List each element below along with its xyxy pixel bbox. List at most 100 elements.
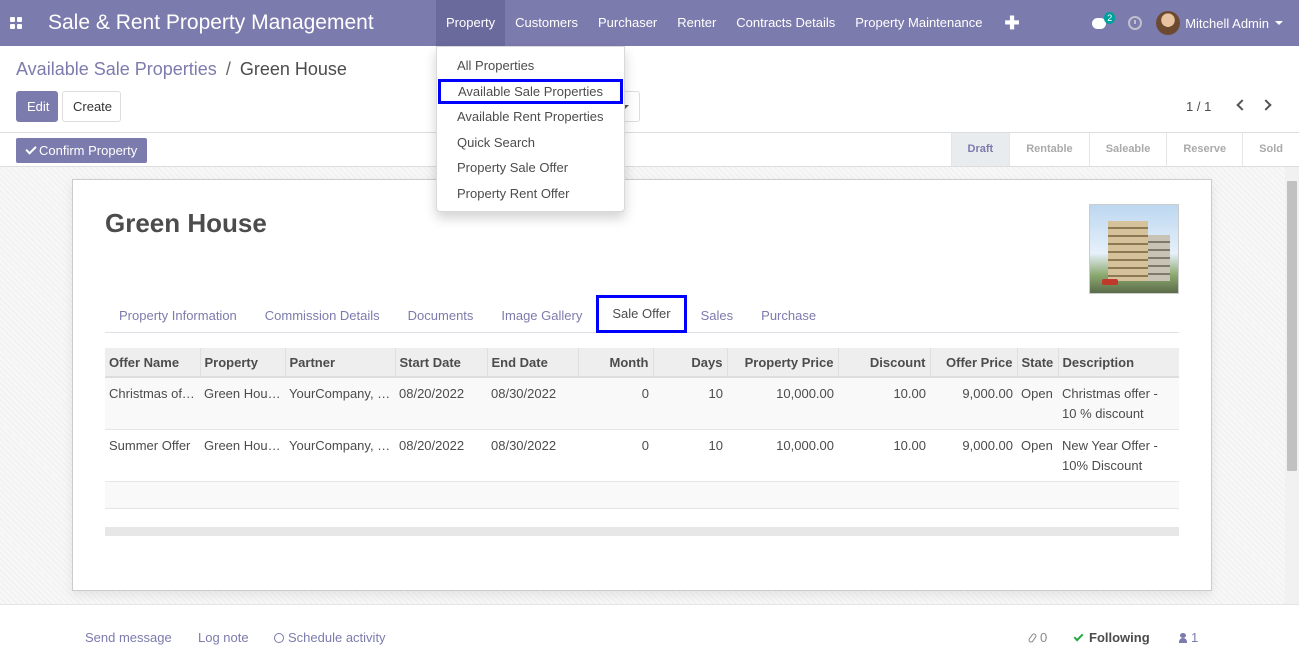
scrollbar[interactable] <box>1285 167 1299 604</box>
column-header[interactable]: Partner <box>284 348 395 378</box>
dropdown-item-property-rent-offer[interactable]: Property Rent Offer <box>437 181 624 207</box>
dropdown-item-available-rent-properties[interactable]: Available Rent Properties <box>437 104 624 130</box>
table-cell: 10,000.00 <box>727 429 838 482</box>
column-header[interactable]: Offer Name <box>105 348 200 378</box>
breadcrumb-current: Green House <box>239 59 347 79</box>
user-name[interactable]: Mitchell Admin <box>1185 16 1269 31</box>
column-header[interactable]: Offer Price <box>929 348 1017 378</box>
pager-previous-icon[interactable] <box>1234 98 1246 112</box>
column-header[interactable]: Discount <box>837 348 930 378</box>
table-footer <box>105 527 1179 535</box>
table-cell: YourCompany, p1 <box>285 377 395 430</box>
stage-draft[interactable]: Draft <box>950 133 1010 166</box>
user-icon <box>1179 633 1187 643</box>
stage-reserve[interactable]: Reserve <box>1166 133 1242 166</box>
menu-purchaser[interactable]: Purchaser <box>588 0 667 46</box>
main-menu: Property Customers Purchaser Renter Cont… <box>436 0 1032 46</box>
dropdown-item-all-properties[interactable]: All Properties <box>437 53 624 79</box>
notebook-tabs: Property Information Commission Details … <box>105 295 1179 333</box>
table-header-row: Offer Name Property Partner Start Date E… <box>105 348 1179 378</box>
table-cell: 0 <box>578 377 653 430</box>
followers-count: 1 <box>1191 630 1199 645</box>
followers-button[interactable]: 1 <box>1179 630 1198 645</box>
scrollbar-thumb[interactable] <box>1287 181 1297 471</box>
table-cell: New Year Offer - 10% Discount <box>1058 429 1179 482</box>
property-dropdown-menu: All Properties Available Sale Properties… <box>436 46 625 212</box>
paperclip-icon <box>1027 632 1038 644</box>
menu-customers[interactable]: Customers <box>505 0 588 46</box>
tab-sales[interactable]: Sales <box>687 295 748 333</box>
pager-next-icon[interactable] <box>1262 98 1274 112</box>
tab-sale-offer[interactable]: Sale Offer <box>596 295 687 333</box>
column-header[interactable]: Days <box>652 348 727 378</box>
check-icon <box>1073 631 1084 642</box>
create-button[interactable]: Create <box>62 91 121 122</box>
table-cell: 08/20/2022 <box>395 377 487 430</box>
attachments-count: 0 <box>1040 630 1048 645</box>
user-avatar[interactable] <box>1156 11 1181 35</box>
menu-property[interactable]: Property <box>436 0 506 46</box>
confirm-property-label: Confirm Property <box>39 143 138 158</box>
column-header[interactable]: Property <box>199 348 285 378</box>
table-cell: 08/20/2022 <box>395 429 487 482</box>
column-header[interactable]: Description <box>1057 348 1179 378</box>
plus-icon[interactable]: ✚ <box>992 0 1031 46</box>
attachments-button[interactable]: 0 <box>1027 630 1048 645</box>
chevron-down-icon[interactable] <box>1275 21 1283 25</box>
tab-purchase[interactable]: Purchase <box>747 295 830 333</box>
send-message-button[interactable]: Send message <box>85 630 172 645</box>
chatter: Send message Log note Schedule activity … <box>0 604 1299 668</box>
messaging-button[interactable]: 2 <box>1084 0 1116 46</box>
activity-clock-icon[interactable] <box>1128 16 1143 30</box>
table-cell: Open <box>1017 377 1058 430</box>
table-row[interactable]: Christmas offer Green House YourCompany,… <box>105 377 1179 430</box>
record-title: Green House <box>105 208 267 238</box>
breadcrumb-parent[interactable]: Available Sale Properties <box>16 59 217 79</box>
column-header[interactable]: State <box>1016 348 1058 378</box>
stage-rentable[interactable]: Rentable <box>1009 133 1088 166</box>
column-header[interactable]: End Date <box>486 348 578 378</box>
menu-property-maintenance[interactable]: Property Maintenance <box>845 0 992 46</box>
confirm-property-button[interactable]: Confirm Property <box>16 138 148 163</box>
top-navbar: Sale & Rent Property Management Property… <box>0 0 1299 46</box>
tab-commission-details[interactable]: Commission Details <box>251 295 394 333</box>
log-note-button[interactable]: Log note <box>198 630 249 645</box>
schedule-activity-button[interactable]: Schedule activity <box>274 630 386 645</box>
property-image[interactable] <box>1089 204 1179 294</box>
column-header[interactable]: Month <box>577 348 653 378</box>
dropdown-item-available-sale-properties[interactable]: Available Sale Properties <box>438 78 623 104</box>
sale-offer-table: Offer Name Property Partner Start Date E… <box>105 348 1179 536</box>
table-cell: YourCompany, p1 <box>285 429 395 482</box>
pager-value[interactable]: 1 / 1 <box>1186 99 1211 114</box>
table-cell: 10 <box>653 377 727 430</box>
breadcrumb-separator: / <box>225 59 231 79</box>
table-cell: 10.00 <box>838 429 930 482</box>
schedule-activity-label: Schedule activity <box>288 630 386 645</box>
empty-row <box>105 481 1179 509</box>
apps-menu-icon[interactable] <box>0 0 32 46</box>
check-icon <box>25 143 37 155</box>
column-header[interactable]: Property Price <box>726 348 838 378</box>
column-header[interactable]: Start Date <box>394 348 487 378</box>
clock-icon <box>274 633 284 643</box>
table-cell: Christmas offer <box>105 377 200 430</box>
menu-contracts-details[interactable]: Contracts Details <box>726 0 845 46</box>
app-title: Sale & Rent Property Management <box>48 11 374 34</box>
table-cell: Christmas offer - 10 % discount <box>1058 377 1179 430</box>
tab-property-information[interactable]: Property Information <box>105 295 251 333</box>
table-cell: 10.00 <box>838 377 930 430</box>
table-cell: Summer Offer <box>105 429 200 482</box>
table-row[interactable]: Summer Offer Green House YourCompany, p1… <box>105 429 1179 482</box>
form-sheet: Green House Property Information Commiss… <box>72 179 1212 591</box>
stage-sold[interactable]: Sold <box>1242 133 1299 166</box>
stage-saleable[interactable]: Saleable <box>1088 133 1167 166</box>
table-cell: 08/30/2022 <box>487 429 578 482</box>
following-button[interactable]: Following <box>1073 630 1150 645</box>
tab-documents[interactable]: Documents <box>394 295 488 333</box>
dropdown-item-property-sale-offer[interactable]: Property Sale Offer <box>437 155 624 181</box>
table-cell: 9,000.00 <box>930 377 1017 430</box>
tab-image-gallery[interactable]: Image Gallery <box>487 295 596 333</box>
dropdown-item-quick-search[interactable]: Quick Search <box>437 130 624 156</box>
edit-button[interactable]: Edit <box>16 91 58 122</box>
menu-renter[interactable]: Renter <box>667 0 726 46</box>
